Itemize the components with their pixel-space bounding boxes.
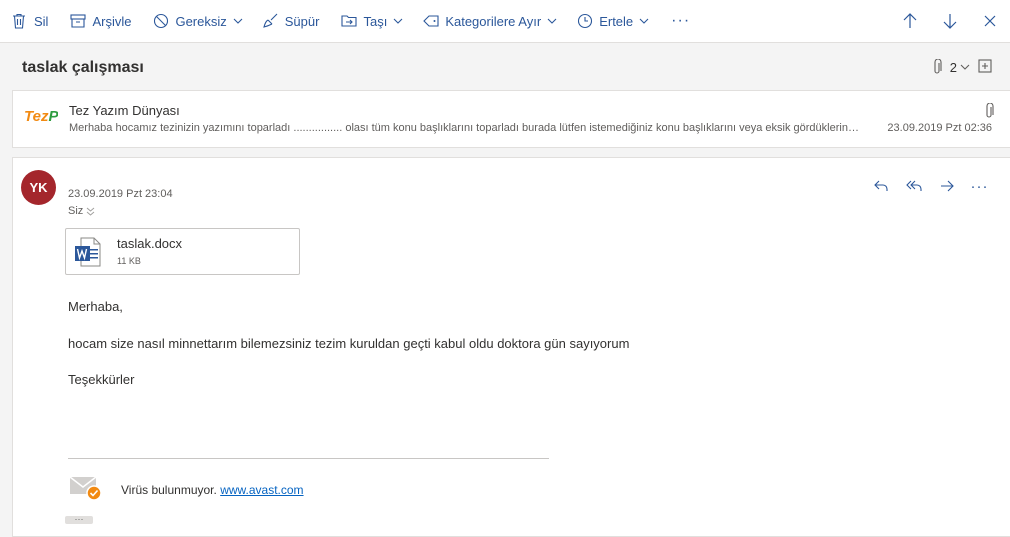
- reply-all-button[interactable]: [897, 176, 930, 196]
- word-document-icon: [75, 237, 101, 267]
- sweep-button[interactable]: Süpür: [255, 0, 328, 42]
- recipients[interactable]: Siz: [68, 205, 95, 217]
- sender-name: Tez Yazım Dünyası: [69, 103, 180, 118]
- chevron-down-icon: [960, 62, 970, 72]
- expanded-message: YK 23.09.2019 Pzt 23:04 Siz ··· taslak.d…: [12, 157, 1010, 537]
- forward-button[interactable]: [930, 176, 963, 196]
- command-bar: Sil Arşivle Gereksiz Süpür Taşı Kategori…: [0, 0, 1010, 43]
- folder-move-icon: [341, 13, 358, 29]
- trash-icon: [12, 13, 28, 29]
- avast-mail-icon: [69, 474, 103, 502]
- block-icon: [153, 13, 169, 29]
- clock-icon: [577, 13, 593, 29]
- reply-button[interactable]: [864, 176, 897, 196]
- more-actions-button[interactable]: ···: [657, 0, 704, 42]
- collapsed-message-item[interactable]: TezPro Tez Yazım Dünyası Merhaba hocamız…: [12, 90, 1010, 148]
- sender-logo: TezPro: [24, 108, 58, 125]
- signature: Virüs bulunmuyor. www.avast.com: [69, 474, 304, 502]
- conversation-subject: taslak çalışması: [22, 59, 144, 76]
- reply-all-icon: [905, 180, 922, 192]
- show-more-button[interactable]: ···: [65, 516, 93, 524]
- close-button[interactable]: [970, 0, 1010, 42]
- avatar[interactable]: YK: [21, 170, 56, 205]
- attachment-size: 11 KB: [117, 256, 141, 266]
- attachment-name: taslak.docx: [117, 236, 183, 251]
- previous-message-button[interactable]: [890, 0, 930, 42]
- body-closing: Teşekkürler: [68, 372, 135, 387]
- chevron-down-icon[interactable]: [233, 16, 243, 26]
- body-line: hocam size nasıl minnettarım bilemezsini…: [68, 336, 630, 351]
- open-in-new-window-icon: [978, 59, 994, 73]
- archive-button[interactable]: Arşivle: [62, 0, 139, 42]
- forward-icon: [940, 180, 954, 192]
- chevron-down-icon[interactable]: [547, 16, 557, 26]
- close-icon: [984, 15, 996, 27]
- archive-icon: [70, 13, 87, 29]
- message-actions: ···: [864, 176, 996, 196]
- popout-button[interactable]: [978, 59, 994, 75]
- next-message-button[interactable]: [930, 0, 970, 42]
- categorize-button[interactable]: Kategorilere Ayır: [415, 0, 565, 42]
- more-message-actions-button[interactable]: ···: [963, 176, 996, 196]
- signature-divider: [68, 458, 549, 459]
- message-date: 23.09.2019 Pzt 23:04: [68, 188, 173, 200]
- chevron-down-icon[interactable]: [393, 16, 403, 26]
- body-greeting: Merhaba,: [68, 299, 123, 314]
- arrow-up-icon: [903, 13, 917, 29]
- arrow-down-icon: [943, 13, 957, 29]
- chevron-double-down-icon: [86, 207, 95, 216]
- conversation-header: taslak çalışması 2: [0, 42, 1010, 90]
- paperclip-icon: [932, 59, 946, 75]
- signature-text: Virüs bulunmuyor.: [121, 483, 217, 497]
- message-date: 23.09.2019 Pzt 02:36: [887, 122, 992, 134]
- delete-button[interactable]: Sil: [0, 0, 56, 42]
- message-preview: Merhaba hocamız tezinizin yazımını topar…: [69, 122, 859, 134]
- attachment-count: 2: [949, 59, 957, 75]
- navigation-controls: [890, 0, 1010, 42]
- attachment-card[interactable]: taslak.docx 11 KB: [65, 228, 300, 275]
- junk-button[interactable]: Gereksiz: [145, 0, 250, 42]
- move-button[interactable]: Taşı: [333, 0, 411, 42]
- avast-link[interactable]: www.avast.com: [220, 483, 303, 497]
- reply-icon: [873, 180, 888, 192]
- tag-icon: [423, 13, 439, 29]
- paperclip-icon: [984, 103, 996, 119]
- chevron-down-icon[interactable]: [639, 16, 649, 26]
- attachments-dropdown[interactable]: 2: [932, 59, 970, 75]
- broom-icon: [263, 13, 279, 29]
- snooze-button[interactable]: Ertele: [569, 0, 657, 42]
